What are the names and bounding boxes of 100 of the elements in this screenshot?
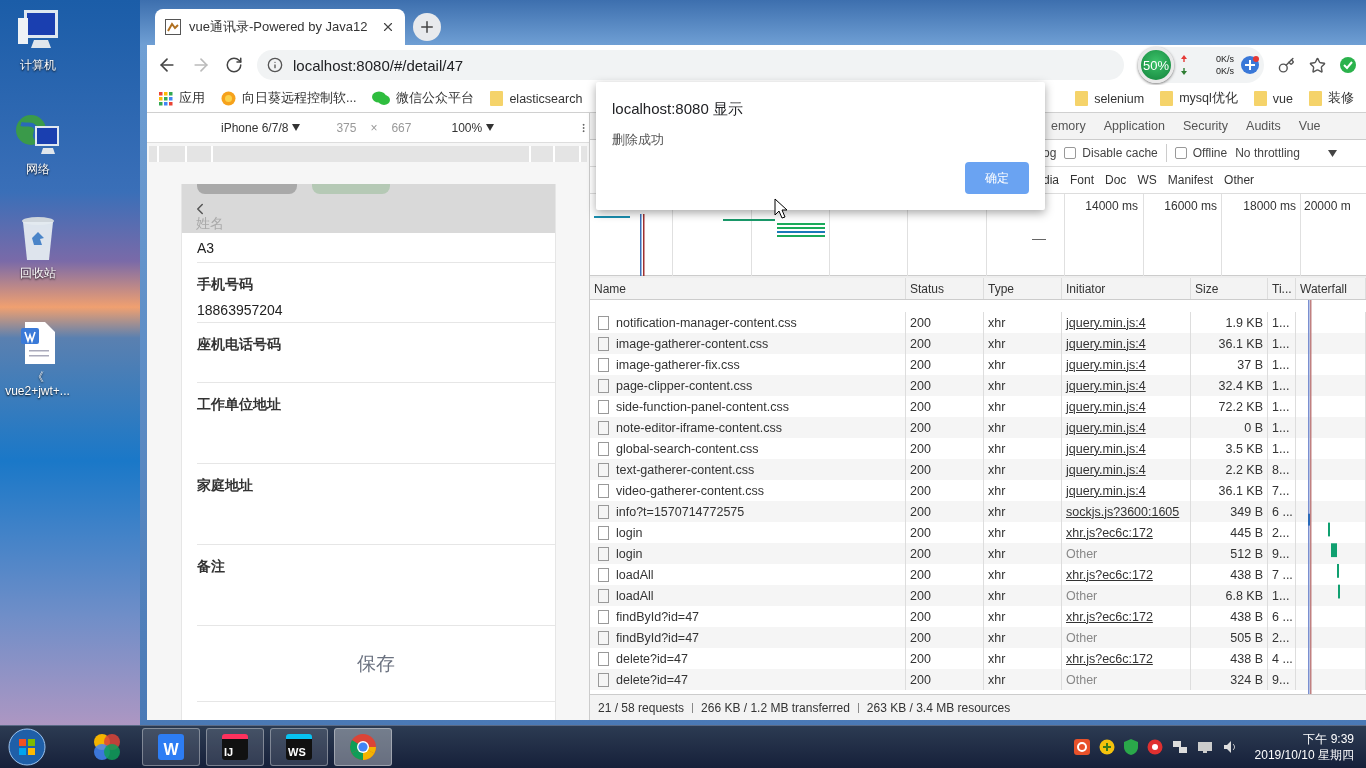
info-icon[interactable] — [267, 57, 283, 73]
star-icon[interactable] — [1309, 56, 1326, 74]
folder-icon — [1309, 91, 1322, 106]
column-header[interactable]: Waterfall — [1296, 278, 1366, 299]
time-tick: 16000 ms — [1163, 199, 1218, 213]
taskbar-app[interactable]: IJ — [206, 728, 264, 766]
table-cell[interactable]: delete?id=47 — [590, 669, 906, 690]
devtools-tab[interactable]: Audits — [1237, 119, 1290, 133]
key-icon[interactable] — [1278, 56, 1295, 74]
column-header[interactable]: Type — [984, 278, 1062, 299]
bookmark[interactable]: vue — [1253, 90, 1293, 107]
times-sign: × — [370, 120, 378, 135]
desktop-icon-label[interactable]: 网络 — [25, 162, 50, 176]
dialog-message: 删除成功 — [612, 131, 665, 149]
recycle-bin-icon[interactable] — [19, 216, 56, 262]
devtools-tab[interactable]: Vue — [1289, 119, 1330, 133]
text-area[interactable]: 工作单位地址 — [197, 383, 555, 464]
column-header[interactable]: Name — [590, 278, 906, 299]
device-select[interactable]: iPhone 6/7/8 — [221, 120, 301, 135]
status-text: 266 KB / 1.2 MB transferred — [701, 700, 850, 715]
bookmark[interactable]: mysql优化 — [1160, 90, 1238, 107]
folder-icon — [1253, 91, 1267, 106]
intellij-app-icon: IJ — [222, 734, 248, 760]
new-tab-button[interactable] — [413, 13, 441, 41]
zoom-select[interactable]: 100% — [451, 120, 495, 135]
file-icon — [598, 378, 609, 393]
start-button[interactable] — [8, 728, 46, 766]
bookmark[interactable]: 向日葵远程控制软... — [221, 90, 357, 107]
bookmark[interactable]: selenium — [1075, 90, 1145, 107]
speed-monitor-widget[interactable]: 50% 0K/s 0K/s — [1138, 47, 1264, 83]
file-icon — [598, 462, 609, 477]
desktop-icon-label[interactable]: 《 vue2+jwt+... — [5, 370, 70, 398]
folder-icon — [1075, 91, 1089, 106]
text-area[interactable]: 备注 — [197, 545, 555, 626]
caret-icon — [292, 124, 301, 131]
file-icon — [598, 420, 609, 435]
type-filter[interactable]: Font — [1070, 173, 1095, 187]
text-area[interactable]: 家庭地址 — [197, 464, 555, 545]
file-icon — [598, 357, 609, 372]
type-filter[interactable]: WS — [1137, 173, 1157, 187]
memory-gauge: 50% — [1138, 47, 1174, 83]
apps-grid-icon — [159, 91, 173, 106]
up-down-arrows-icon — [1180, 54, 1188, 76]
offline-checkbox[interactable]: Offline — [1174, 146, 1228, 160]
bookmark[interactable]: 装修 — [1309, 90, 1354, 107]
plus-badge-icon[interactable] — [1240, 55, 1260, 75]
shield-icon[interactable] — [1123, 739, 1138, 755]
chat-bubble-icon — [372, 91, 391, 106]
taskbar-app[interactable]: WS — [270, 728, 328, 766]
column-header[interactable]: Status — [906, 278, 984, 299]
document-icon[interactable] — [18, 320, 57, 366]
status-text: 263 KB / 3.4 MB resources — [866, 700, 1011, 715]
chrome-icon — [349, 733, 377, 761]
table-cell: Other — [1062, 669, 1191, 690]
caret-icon[interactable] — [1327, 149, 1337, 157]
column-header[interactable]: Initiator — [1062, 278, 1191, 299]
file-icon — [598, 567, 609, 582]
file-icon — [598, 630, 609, 645]
speaker-icon[interactable] — [1221, 739, 1238, 755]
devtools-tab[interactable]: emory — [1042, 119, 1095, 133]
file-icon — [598, 588, 609, 603]
bookmark[interactable]: 应用 — [159, 90, 205, 107]
desktop-icon-label[interactable]: 计算机 — [19, 58, 56, 72]
save-button[interactable]: 保存 — [197, 626, 555, 702]
table-cell: 324 B — [1191, 669, 1268, 690]
upload-speed: 0K/s — [1216, 53, 1234, 65]
screen-icon[interactable] — [1196, 739, 1213, 755]
input-field[interactable]: 座机电话号码 — [197, 323, 555, 383]
wps-app-icon: W — [158, 734, 184, 760]
type-filter[interactable]: Manifest — [1167, 173, 1214, 187]
address-bar[interactable]: localhost:8080/#/detail/47 — [257, 50, 1124, 80]
file-icon — [598, 336, 609, 351]
caret-icon — [486, 124, 495, 131]
plus-circle-icon[interactable] — [1098, 739, 1115, 755]
type-filter[interactable]: Other — [1224, 173, 1255, 187]
download-speed: 0K/s — [1216, 65, 1234, 77]
table-cell: 9... — [1268, 669, 1296, 690]
column-header[interactable]: Ti... — [1268, 278, 1296, 299]
time-tick: 14000 ms — [1084, 199, 1139, 213]
type-filter[interactable]: Doc — [1105, 173, 1127, 187]
bookmark[interactable]: elasticsearch — [490, 91, 583, 106]
taskbar-app[interactable]: W — [142, 728, 200, 766]
input-field[interactable]: 手机号码 18863957204 — [197, 263, 555, 323]
disable-cache-checkbox[interactable]: Disable cache — [1064, 146, 1158, 160]
file-icon — [598, 672, 609, 687]
clock[interactable]: 下午 9:39 2019/10/10 星期四 — [1254, 731, 1354, 763]
desktop-icon-label[interactable]: 回收站 — [19, 266, 56, 280]
close-icon[interactable] — [381, 20, 395, 34]
reload-icon[interactable] — [225, 56, 243, 74]
column-header[interactable]: Size — [1191, 278, 1268, 299]
throttling-select[interactable]: No throttling — [1235, 146, 1300, 160]
devtools-tab[interactable]: Security — [1173, 119, 1238, 133]
bookmark[interactable]: 微信公众平台 — [372, 90, 475, 107]
file-icon — [598, 441, 609, 456]
table-cell: xhr — [984, 669, 1062, 690]
folder-icon — [490, 91, 504, 106]
name-field[interactable]: A3 — [197, 233, 555, 263]
file-icon — [598, 525, 609, 540]
browser-tab[interactable]: vue通讯录-Powered by Java12 — [155, 9, 405, 45]
devtools-tab[interactable]: Application — [1094, 119, 1174, 133]
